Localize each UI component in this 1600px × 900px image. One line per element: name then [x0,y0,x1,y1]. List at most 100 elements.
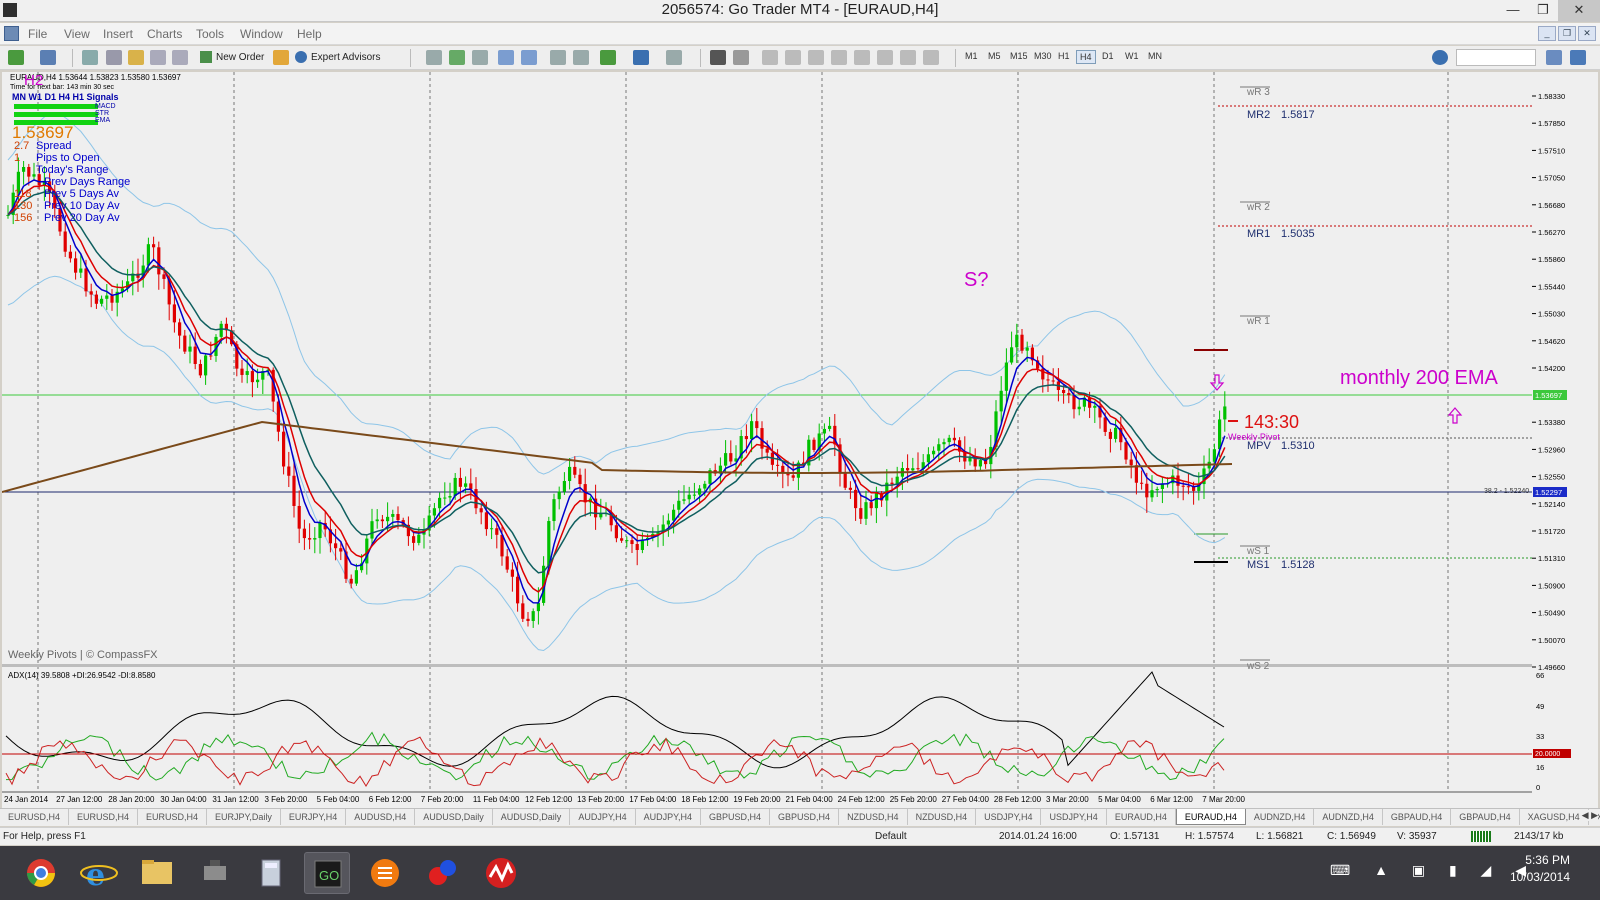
symbol-tab[interactable]: EURAUD,H4 [1175,809,1246,825]
menu-help[interactable]: Help [297,27,322,41]
calculator-icon[interactable] [248,852,294,894]
zoom-out-icon[interactable] [521,50,537,65]
zoom-in-icon[interactable] [498,50,514,65]
candlestick-icon[interactable] [449,50,465,65]
expert-advisors-button[interactable]: Expert Advisors [295,49,380,66]
symbol-tab[interactable]: NZDUSD,H4 [839,809,908,825]
symbol-tab[interactable]: USDJPY,H4 [976,809,1042,825]
symbol-tab[interactable]: EURUSD,H4 [0,809,70,825]
tab-scroll-arrows-icon[interactable]: ◀ ▶ [1581,810,1598,821]
search-input[interactable] [1456,49,1536,66]
symbol-tab[interactable]: AUDUSD,Daily [415,809,493,825]
orange-app-icon[interactable] [362,852,408,894]
timeframe-mn[interactable]: MN [1145,50,1165,62]
autoscroll-icon[interactable] [573,50,589,65]
metaeditor-icon[interactable] [273,50,289,65]
search-icon[interactable] [1546,50,1562,65]
chart-window-icon[interactable] [4,26,19,41]
channel-icon[interactable] [831,50,847,65]
menu-insert[interactable]: Insert [103,27,133,41]
red-blue-app-icon[interactable] [420,852,466,894]
timeframe-w1[interactable]: W1 [1122,50,1142,62]
menu-file[interactable]: File [28,27,47,41]
settings-gear-icon[interactable] [1432,50,1448,65]
child-close-icon[interactable]: ✕ [1578,26,1596,41]
symbol-tab[interactable]: AUDNZD,H4 [1314,809,1383,825]
timeframe-m1[interactable]: M1 [962,50,981,62]
network-tool-icon[interactable] [192,852,238,894]
timeframe-m30[interactable]: M30 [1031,50,1055,62]
symbol-tab[interactable]: XAGUSD,H4 [1520,809,1589,825]
bar-chart-icon[interactable] [426,50,442,65]
new-chart-icon[interactable] [8,50,24,65]
cursor-icon[interactable] [710,50,726,65]
chat-icon[interactable] [1570,50,1586,65]
menu-view[interactable]: View [64,27,90,41]
close-button[interactable]: ✕ [1558,0,1600,22]
maximize-button[interactable]: ❐ [1528,0,1558,22]
symbol-tab[interactable]: EURAUD,H4 [1107,809,1176,825]
data-window-icon[interactable] [106,50,122,65]
symbol-tab[interactable]: EURJPY,Daily [207,809,281,825]
line-chart-icon[interactable] [472,50,488,65]
symbol-tab[interactable]: EURJPY,H4 [281,809,347,825]
symbol-tab[interactable]: EURUSD,H4 [69,809,139,825]
file-explorer-icon[interactable] [134,852,180,894]
symbol-tab[interactable]: AUDUSD,H4 [346,809,416,825]
menu-window[interactable]: Window [240,27,283,41]
symbol-tab[interactable]: AUDJPY,H4 [636,809,702,825]
market-watch-icon[interactable] [82,50,98,65]
text-label-icon[interactable] [900,50,916,65]
child-minimize-icon[interactable]: _ [1538,26,1556,41]
timeframe-m15[interactable]: M15 [1007,50,1031,62]
trendline-icon[interactable] [808,50,824,65]
main-chart-area[interactable] [2,72,1532,792]
clock-time: 5:36 PM [1525,853,1570,867]
menu-charts[interactable]: Charts [147,27,182,41]
minimize-button[interactable]: — [1498,0,1528,22]
clock[interactable]: 5:36 PM 10/03/2014 [1510,852,1570,886]
go-trader-mt4-icon[interactable]: GO [304,852,350,894]
symbol-tab[interactable]: EURUSD,H4 [138,809,208,825]
chrome-icon[interactable] [18,852,64,894]
menu-tools[interactable]: Tools [196,27,224,41]
navigator-icon[interactable] [128,50,144,65]
symbol-tab[interactable]: GBPAUD,H4 [1451,809,1520,825]
symbol-tab[interactable]: GBPUSD,H4 [770,809,840,825]
child-restore-icon[interactable]: ❐ [1558,26,1576,41]
svg-text:16: 16 [1536,763,1544,772]
symbol-tab[interactable]: GBPAUD,H4 [1383,809,1452,825]
profiles-icon[interactable] [40,50,56,65]
status-high: H: 1.57574 [1185,831,1234,842]
system-tray-icons[interactable]: ⌨ ▲ ▣ ▮ ◢ ◀ [1330,862,1536,879]
terminal-icon[interactable] [150,50,166,65]
symbol-tab[interactable]: GBPUSD,H4 [701,809,771,825]
timeframe-m5[interactable]: M5 [985,50,1004,62]
strategy-tester-icon[interactable] [172,50,188,65]
fibonacci-icon[interactable] [854,50,870,65]
symbol-tab[interactable]: USDJPY,H4 [1041,809,1107,825]
indicator-separator[interactable] [2,664,1532,667]
templates-icon[interactable] [666,50,682,65]
symbol-tab[interactable]: AUDUSD,Daily [493,809,571,825]
svg-text:0: 0 [1536,783,1540,792]
timeframe-h1[interactable]: H1 [1055,50,1073,62]
connection-status-icon[interactable] [1471,831,1491,842]
trading-app-icon[interactable] [478,852,524,894]
vertical-line-icon[interactable] [762,50,778,65]
symbol-tab[interactable]: AUDJPY,H4 [570,809,636,825]
timeframe-h4[interactable]: H4 [1076,50,1096,64]
symbol-tab[interactable]: AUDNZD,H4 [1246,809,1315,825]
symbol-tab[interactable]: NZDUSD,H4 [908,809,977,825]
chart-window[interactable]: EURAUD,H4 1.53644 1.53823 1.53580 1.5369… [2,72,1598,808]
text-icon[interactable] [877,50,893,65]
chart-shift-icon[interactable] [550,50,566,65]
new-order-button[interactable]: New Order [200,49,264,66]
periods-icon[interactable] [633,50,649,65]
crosshair-icon[interactable] [733,50,749,65]
indicators-icon[interactable] [600,50,616,65]
arrows-icon[interactable] [923,50,939,65]
horizontal-line-icon[interactable] [785,50,801,65]
internet-explorer-icon[interactable]: e [76,852,122,894]
timeframe-d1[interactable]: D1 [1099,50,1117,62]
